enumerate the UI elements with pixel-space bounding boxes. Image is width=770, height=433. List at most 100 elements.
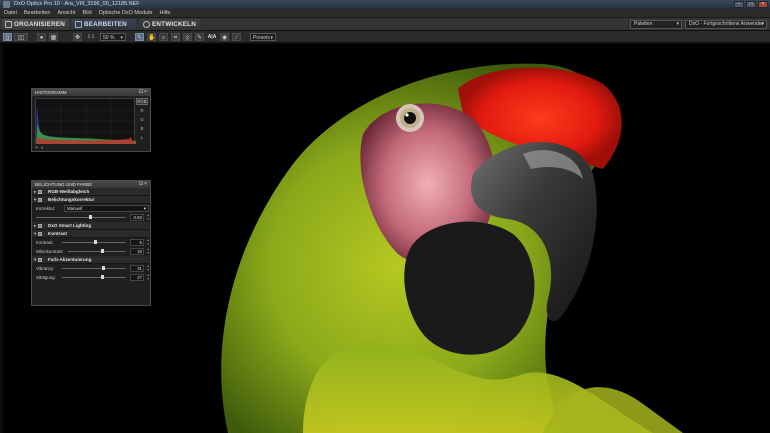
minimize-icon[interactable]: – xyxy=(734,1,744,8)
collapse-triangle-icon[interactable]: ▾ xyxy=(34,196,36,204)
exposure-mode-dropdown[interactable]: Manuell ▾ xyxy=(64,205,149,212)
retouch-tool-button[interactable]: ✎ xyxy=(195,33,204,41)
chevron-down-icon: ▾ xyxy=(143,206,146,211)
presets-label: Presets xyxy=(253,35,270,41)
highlight-clip-icon[interactable]: ◐ xyxy=(41,145,44,151)
tab-bearbeiten[interactable]: BEARBEITEN xyxy=(72,19,136,30)
section-color-accent[interactable]: ▾ Farb-Akzentuierung xyxy=(32,256,150,264)
channel-rgb[interactable]: RGB xyxy=(136,98,148,105)
single-view-icon: ▯ xyxy=(5,35,10,41)
micro-contrast-slider[interactable] xyxy=(68,251,126,252)
chevron-down-icon: ▾ xyxy=(761,21,764,27)
menu-ansicht[interactable]: Ansicht xyxy=(57,9,75,17)
saturation-slider-thumb[interactable] xyxy=(100,275,104,279)
exposure-value[interactable]: 0.83 xyxy=(130,214,144,221)
histogram-header[interactable]: HISTOGRAMM ⊡× xyxy=(32,89,150,96)
shadow-clip-icon[interactable]: ◓ xyxy=(35,145,38,151)
section-white-balance[interactable]: ▸ RGB-Weißabgleich xyxy=(32,188,150,196)
section-contrast[interactable]: ▾ Kontrast xyxy=(32,230,150,238)
menu-datei[interactable]: Datei xyxy=(4,9,17,17)
move-button[interactable]: ✥ xyxy=(73,33,82,41)
section-enable-checkbox[interactable] xyxy=(38,224,42,228)
hand-tool-button[interactable]: ✋ xyxy=(147,33,156,41)
brush-icon: ✎ xyxy=(196,35,203,41)
tab-organisieren[interactable]: ORGANISIEREN xyxy=(2,19,68,30)
section-label: Farb-Akzentuierung xyxy=(48,257,92,262)
single-view-button[interactable]: ▯ xyxy=(3,33,12,41)
contrast-value[interactable]: 6 xyxy=(130,239,144,246)
zoom-fit-label[interactable]: 1:1 xyxy=(86,33,96,41)
micro-contrast-value[interactable]: 18 xyxy=(130,248,144,255)
micro-contrast-slider-thumb[interactable] xyxy=(100,249,104,253)
info-icon: ● xyxy=(39,35,44,41)
collapse-triangle-icon[interactable]: ▾ xyxy=(34,230,36,238)
lighting-header[interactable]: BELICHTUNG UND FARBE ⊡× xyxy=(32,181,150,188)
vibrancy-value[interactable]: 31 xyxy=(130,265,144,272)
tab-entwickeln[interactable]: ENTWICKELN xyxy=(140,19,200,30)
menu-bild[interactable]: Bild xyxy=(83,9,92,17)
expand-triangle-icon[interactable]: ▸ xyxy=(34,222,36,230)
section-enable-checkbox[interactable] xyxy=(38,190,42,194)
section-label: DxO Smart Lighting xyxy=(48,223,92,228)
saturation-slider[interactable] xyxy=(62,277,126,278)
straighten-icon: ⦸ xyxy=(185,35,190,41)
preset-workspace-dropdown[interactable]: DxO - Fortgeschrittene Anwender ▾ xyxy=(685,20,767,29)
lighting-title: BELICHTUNG UND FARBE xyxy=(35,182,93,187)
saturation-row: Sättigung: 27 ▴ ▾ xyxy=(32,273,150,282)
presets-dropdown[interactable]: Presets ▾ xyxy=(250,33,276,41)
section-enable-checkbox[interactable] xyxy=(38,232,42,236)
vibrancy-slider-thumb[interactable] xyxy=(102,266,106,270)
window-title: DxO Optics Pro 10 - Ara_VIII_3196_00_121… xyxy=(14,1,140,7)
section-enable-checkbox[interactable] xyxy=(38,198,42,202)
expand-triangle-icon[interactable]: ▸ xyxy=(34,188,36,196)
spinner-icon[interactable]: ▴ ▾ xyxy=(147,247,149,255)
palettes-label: Paletten xyxy=(634,21,653,27)
eyedropper-button[interactable]: ⟋ xyxy=(232,33,241,41)
exposure-label: Korrektur: xyxy=(36,206,56,211)
section-label: Kontrast xyxy=(48,231,67,236)
menu-optische-module[interactable]: Optische DxO Module xyxy=(99,9,153,17)
contrast-slider-thumb[interactable] xyxy=(94,240,98,244)
sliders-icon xyxy=(75,21,82,28)
histogram-graph xyxy=(35,98,136,144)
lighting-color-palette: BELICHTUNG UND FARBE ⊡× ▸ RGB-Weißabglei… xyxy=(31,180,151,306)
straighten-tool-button[interactable]: ⦸ xyxy=(183,33,192,41)
close-icon[interactable]: × xyxy=(758,1,768,8)
crop-tool-button[interactable]: ⌗ xyxy=(171,33,180,41)
section-exposure[interactable]: ▾ Belichtungskorrektur xyxy=(32,196,150,204)
redeye-tool-button[interactable]: ◉ xyxy=(220,33,229,41)
spinner-icon[interactable]: ▴ ▾ xyxy=(147,264,149,272)
spinner-icon[interactable]: ▴ ▾ xyxy=(147,213,149,221)
compare-view-button[interactable]: ▯▯ xyxy=(14,33,28,41)
menu-bearbeiten[interactable]: Bearbeiten xyxy=(24,9,51,17)
spinner-icon[interactable]: ▴ ▾ xyxy=(147,238,149,246)
ab-compare-label[interactable]: A|A xyxy=(206,33,218,41)
section-enable-checkbox[interactable] xyxy=(38,258,42,262)
eye-icon: ◉ xyxy=(221,35,228,41)
zoom-tool-button[interactable]: ⌕ xyxy=(159,33,168,41)
pointer-tool-button[interactable]: ↖ xyxy=(135,33,144,41)
channel-l[interactable]: L xyxy=(136,135,148,140)
move-icon: ✥ xyxy=(74,35,81,41)
maximize-icon[interactable]: □ xyxy=(746,1,756,8)
magnifier-icon: ⌕ xyxy=(161,35,166,41)
histogram-title: HISTOGRAMM xyxy=(35,90,67,95)
exposure-slider[interactable] xyxy=(36,217,126,218)
saturation-value[interactable]: 27 xyxy=(130,274,144,281)
palettes-dropdown[interactable]: Paletten ▾ xyxy=(630,20,682,29)
collapse-triangle-icon[interactable]: ▾ xyxy=(34,256,36,264)
channel-b[interactable]: B xyxy=(136,126,148,131)
close-icon[interactable]: × xyxy=(144,181,148,187)
menu-hilfe[interactable]: Hilfe xyxy=(159,9,170,17)
spinner-icon[interactable]: ▴ ▾ xyxy=(147,273,149,281)
close-icon[interactable]: × xyxy=(144,89,148,95)
info-button[interactable]: ● xyxy=(37,33,46,41)
channel-r[interactable]: R xyxy=(136,108,148,113)
channel-g[interactable]: G xyxy=(136,117,148,122)
section-smart-lighting[interactable]: ▸ DxO Smart Lighting xyxy=(32,222,150,230)
vibrancy-slider[interactable] xyxy=(62,268,126,269)
exposure-slider-thumb[interactable] xyxy=(88,215,92,219)
zoom-select[interactable]: 50 % ▾ xyxy=(100,33,126,41)
grid-button[interactable]: ▦ xyxy=(49,33,58,41)
main-toolbar: ▯ ▯▯ ● ▦ ✥ 1:1 50 % ▾ ↖ ✋ ⌕ ⌗ ⦸ ✎ A|A ◉ … xyxy=(0,31,770,43)
